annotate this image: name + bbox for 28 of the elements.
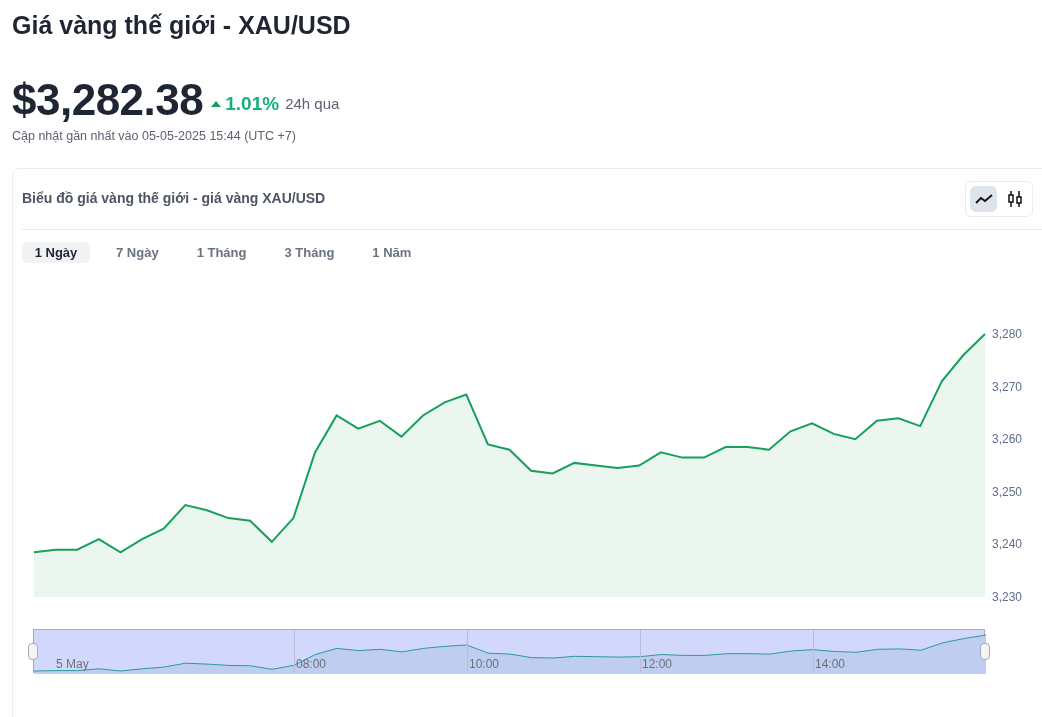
change-period: 24h qua [285,93,340,114]
page-title: Giá vàng thế giới - XAU/USD [12,10,351,41]
candlestick-icon [1006,189,1023,208]
time-range-tab[interactable]: 1 Ngày [22,241,90,263]
chart-title: Biểu đồ giá vàng thế giới - giá vàng XAU/USD [22,189,326,209]
line-chart-icon [974,192,993,205]
chart-type-button[interactable] [970,185,997,212]
time-range-tab[interactable]: 7 Ngày [104,241,171,263]
y-axis-label: 3,240 [992,537,1023,552]
time-range-tab[interactable]: 1 Tháng [184,241,259,263]
range-handle[interactable] [28,642,38,660]
y-axis-label: 3,280 [992,326,1023,341]
y-axis-label: 3,260 [992,431,1023,446]
y-axis-label: 3,250 [992,484,1023,499]
range-handle[interactable] [980,642,990,660]
price-change: 1.01% [225,91,280,116]
last-updated-text: Cập nhật gần nhất vào 05-05-2025 15:44 (UTC +7) [12,128,296,145]
price-value: $3,282.38 [12,77,204,123]
y-axis-label: 3,230 [992,589,1023,604]
time-axis-label: 14:00 [815,656,846,671]
time-range-tab[interactable]: 3 Tháng [272,241,347,263]
time-axis-label: 5 May [56,656,89,671]
time-range-tab[interactable]: 1 Năm [360,241,424,263]
time-axis-label: 12:00 [642,656,673,671]
y-axis-label: 3,270 [992,379,1023,394]
time-axis-label: 10:00 [469,656,500,671]
time-axis-label: 08:00 [296,656,327,671]
range-navigator[interactable]: 5 May 08:00 10:00 12:00 14:00 [33,628,985,673]
